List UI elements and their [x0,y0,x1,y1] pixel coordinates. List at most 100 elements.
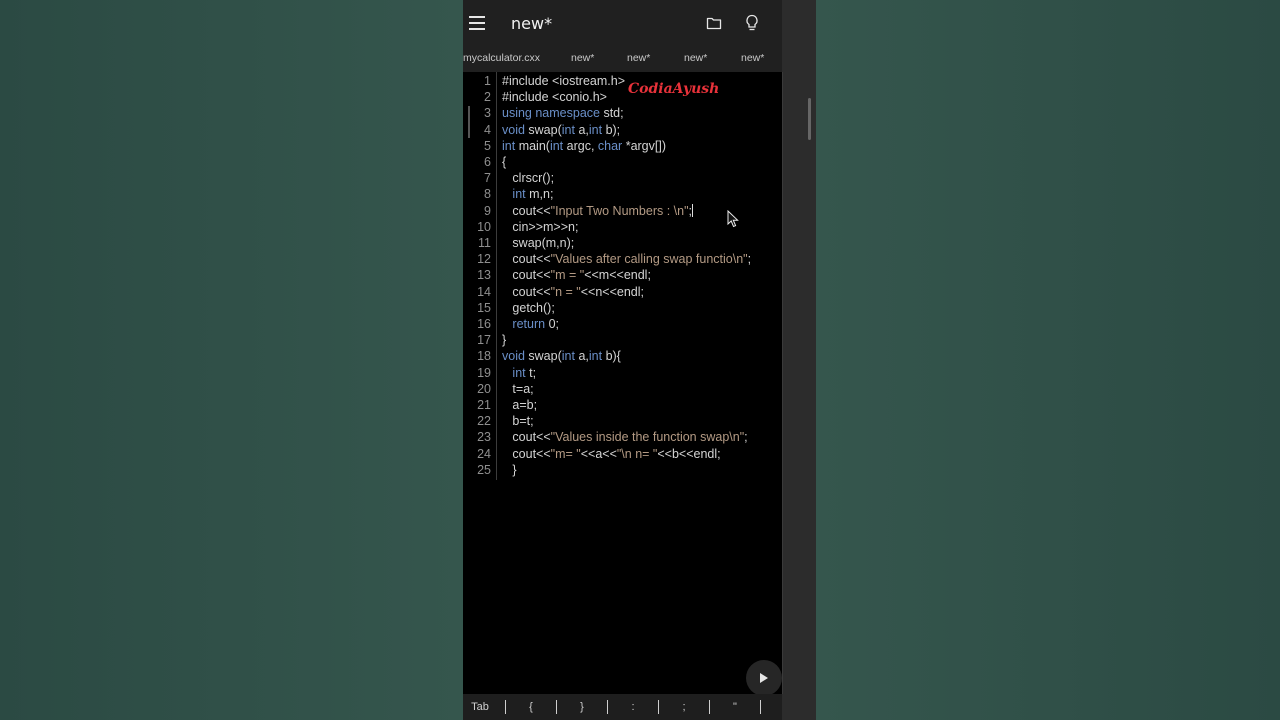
code-token: #include <conio.h> [502,90,607,105]
code-token: swap( [528,349,562,364]
code-text: getch(); [502,300,554,316]
key-quote[interactable]: " [725,694,745,720]
line-number: 15 [477,300,491,315]
line-number: 20 [477,381,491,396]
code-token: a, [578,122,589,137]
file-title: new* [511,14,553,33]
key-separator [556,700,557,714]
mouse-pointer-icon [727,210,739,228]
app-bar: new* [463,0,782,48]
code-token: clrscr(); [502,171,555,186]
string-token: "m= " [550,446,581,461]
code-text: } [502,332,506,348]
line-number: 10 [477,219,491,234]
line-number: 8 [484,187,491,202]
code-text: t=a; [502,381,533,397]
line-number: 6 [484,155,491,169]
keyword-token: int [549,138,567,153]
folder-icon[interactable] [706,15,722,31]
code-text: cout<<"m= "<<a<<"\n n= "<<b<<endl; [502,446,720,462]
code-token: { [502,155,507,169]
tab-new-1[interactable]: new* [571,52,594,64]
text-cursor [692,203,694,217]
scrollbar-thumb[interactable] [808,98,811,140]
code-text: } [502,462,516,478]
keyword-token: return [512,317,549,331]
code-token: main( [518,138,550,153]
line-number: 14 [477,284,491,299]
code-text: cin>>m>>n; [502,219,578,235]
line-number: 4 [484,122,491,137]
code-token: t; [529,365,537,380]
line-number: 7 [484,171,491,186]
string-token: "Values inside the function swap\n" [550,430,745,445]
code-token: cout<< [502,430,551,445]
line-number: 3 [484,106,491,121]
play-icon [760,673,768,683]
code-text: void swap(int a,int b){ [502,348,621,364]
code-text: int main(int argc, char *argv[]) [502,138,666,154]
code-token: ; [744,430,748,445]
line-number: 5 [484,138,491,153]
code-text: int t; [502,365,536,381]
code-editor[interactable]: CodiaAyush 1 #include <iostream.h> 2 #inclu… [463,72,782,694]
key-separator [709,700,710,714]
code-text: cout<<"n = "<<n<<endl; [502,284,644,300]
line-number: 12 [477,252,491,267]
file-tabs: mycalculator.cxx new* new* new* new* [463,48,782,72]
tab-new-3[interactable]: new* [684,52,707,64]
keyword-token: int [512,365,530,380]
string-token: "m = " [550,268,585,283]
gutter-divider [496,72,497,480]
key-open-brace[interactable]: { [521,694,541,720]
code-text: b=t; [502,413,533,429]
string-token: "\n n= " [616,446,658,461]
keyword-token: void [502,349,529,364]
key-separator [658,700,659,714]
keyword-token: char [597,138,626,153]
key-semicolon[interactable]: ; [674,694,694,720]
keyword-token: int [588,349,606,364]
code-token: #include <iostream.h> [502,74,625,88]
code-token: cin>>m>>n; [502,219,579,234]
line-number: 23 [477,430,491,445]
line-number: 17 [477,333,491,348]
line-number: 25 [477,462,491,477]
keyword-token: int [588,122,606,137]
lightbulb-icon[interactable] [744,14,760,32]
code-token: b); [605,122,621,137]
code-token: cout<< [502,252,551,267]
keyword-token: using namespace [502,106,604,121]
code-token: a=b; [502,398,538,412]
key-tab[interactable]: Tab [467,694,493,720]
code-text: #include <iostream.h> [502,73,625,89]
line-number: 21 [477,398,491,412]
code-token: a, [578,349,589,364]
line-number: 9 [484,203,491,218]
code-text: cout<<"Values after calling swap functio… [502,251,751,267]
tab-new-2[interactable]: new* [627,52,650,64]
run-button[interactable] [746,660,782,696]
string-token: "Input Two Numbers : \n" [550,203,689,218]
line-number: 24 [477,446,491,461]
code-text: { [502,154,506,170]
keyword-token: int [502,138,519,153]
code-token: cout<< [502,203,551,218]
code-token: <<a<< [580,446,617,461]
key-colon[interactable]: : [623,694,643,720]
line-number: 18 [477,349,491,364]
key-separator [760,700,761,714]
code-text: cout<<"m = "<<m<<endl; [502,267,651,283]
tab-new-4[interactable]: new* [741,52,764,64]
code-token: swap( [528,122,562,137]
menu-icon[interactable] [469,16,485,30]
code-text: using namespace std; [502,105,624,121]
app-screen: new* mycalculator.cxx new* new* new* new… [463,0,782,720]
code-text: return 0; [502,316,559,332]
key-close-brace[interactable]: } [572,694,592,720]
code-text: cout<<"Values inside the function swap\n… [502,429,748,445]
tab-mycalculator[interactable]: mycalculator.cxx [463,52,540,64]
code-text: int m,n; [502,186,553,202]
